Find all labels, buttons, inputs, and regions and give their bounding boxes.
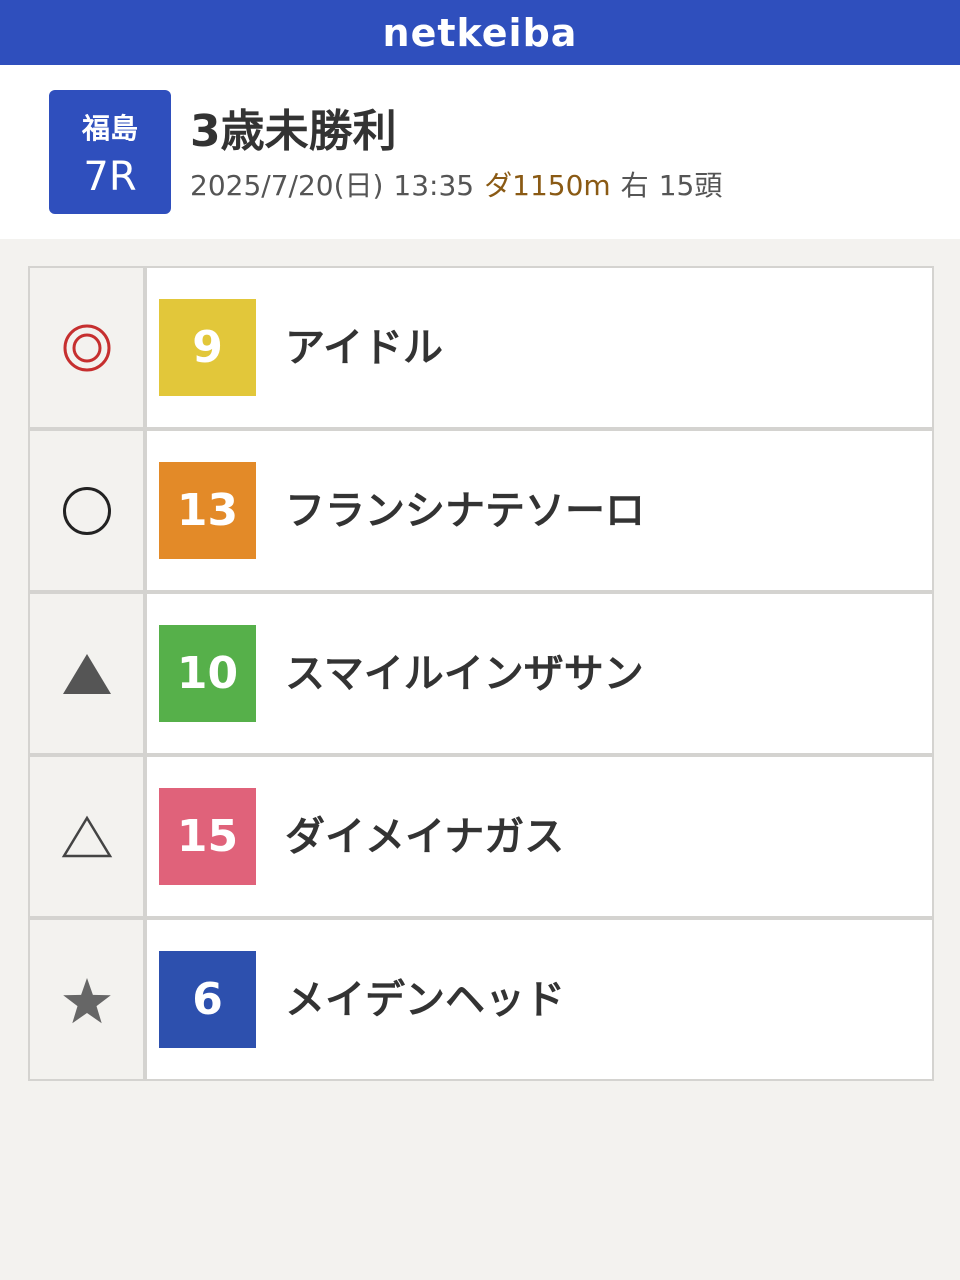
mark-cell (28, 266, 145, 429)
horse-number-badge: 13 (159, 462, 256, 559)
horse-cell[interactable]: 6 メイデンヘッド (145, 918, 934, 1081)
horse-name: スマイルインザサン (285, 651, 644, 697)
race-meta: 2025/7/20(日) 13:35 ダ1150m 右 15頭 (190, 168, 732, 204)
venue-name: 福島 (81, 112, 138, 145)
pick-row: 9 アイドル (28, 266, 934, 429)
horse-cell[interactable]: 13 フランシナテソーロ (145, 429, 934, 592)
horse-number-badge: 15 (159, 788, 256, 885)
pick-row: 15 ダイメイナガス (28, 755, 934, 918)
race-date: 2025/7/20(日) (190, 169, 384, 202)
horse-name: アイドル (285, 325, 443, 371)
mark-cell (28, 592, 145, 755)
netkeiba-logo[interactable]: netkeiba (383, 14, 578, 52)
race-time: 13:35 (393, 169, 475, 202)
horse-name: メイデンヘッド (285, 977, 565, 1023)
app-header: netkeiba (0, 0, 960, 65)
race-header: 福島 7R 3歳未勝利 2025/7/20(日) 13:35 ダ1150m 右 15頭 (0, 65, 960, 239)
mark-cell (28, 918, 145, 1081)
horse-number-badge: 9 (159, 299, 256, 396)
horse-name: ダイメイナガス (285, 814, 565, 860)
horse-number-badge: 6 (159, 951, 256, 1048)
filled-triangle-icon (61, 651, 113, 697)
horse-cell[interactable]: 10 スマイルインザサン (145, 592, 934, 755)
mark-cell (28, 755, 145, 918)
race-number: 7R (83, 154, 137, 200)
horse-number-badge: 10 (159, 625, 256, 722)
race-direction: 右 (620, 169, 649, 202)
star-icon (62, 976, 112, 1024)
mark-cell (28, 429, 145, 592)
pick-row: 6 メイデンヘッド (28, 918, 934, 1081)
race-course: ダ1150m (484, 169, 611, 202)
outline-triangle-icon (61, 814, 113, 860)
circle-icon (61, 485, 113, 537)
pick-row: 10 スマイルインザサン (28, 592, 934, 755)
prediction-list: 9 アイドル 13 フランシナテソーロ 10 スマイルインザサン 15 ダイメイ… (28, 266, 934, 1081)
race-runners: 15頭 (658, 169, 723, 202)
race-title: 3歳未勝利 (190, 106, 397, 157)
horse-cell[interactable]: 9 アイドル (145, 266, 934, 429)
horse-name: フランシナテソーロ (285, 488, 645, 534)
double-circle-icon (61, 322, 113, 374)
horse-cell[interactable]: 15 ダイメイナガス (145, 755, 934, 918)
venue-badge: 福島 7R (49, 90, 171, 214)
pick-row: 13 フランシナテソーロ (28, 429, 934, 592)
